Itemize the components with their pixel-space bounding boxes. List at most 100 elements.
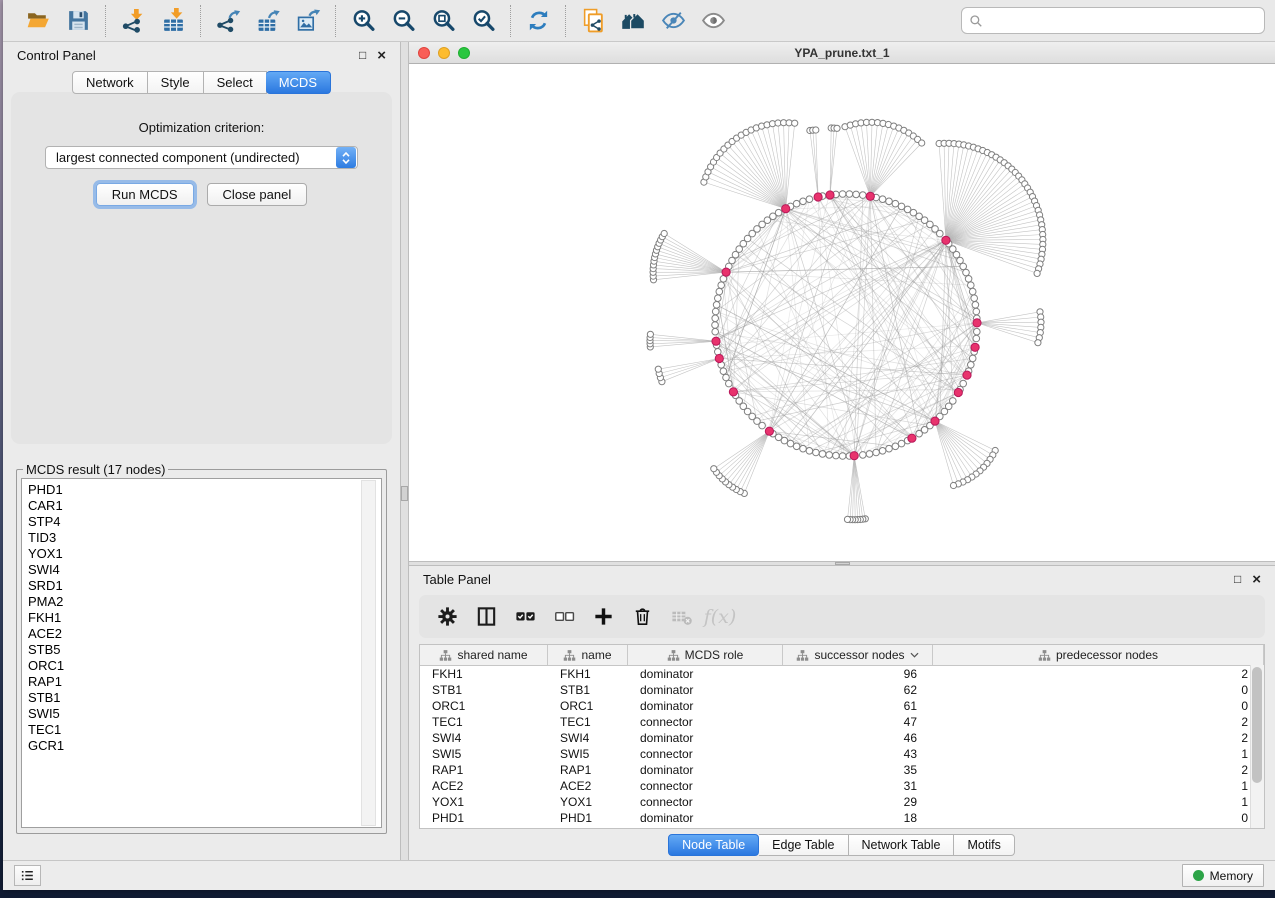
mcds-result-item[interactable]: TEC1 <box>28 722 381 738</box>
mcds-node[interactable] <box>954 388 962 396</box>
splitter-handle[interactable] <box>835 562 850 565</box>
network-node[interactable] <box>720 368 727 375</box>
minimize-window-icon[interactable] <box>438 47 450 59</box>
close-panel-button[interactable]: Close panel <box>207 183 308 206</box>
open-session-button[interactable] <box>22 6 54 36</box>
mcds-node[interactable] <box>908 434 916 442</box>
table-row[interactable]: PHD1PHD1dominator180 <box>420 810 1264 826</box>
dropdown-stepper-icon[interactable] <box>336 147 356 168</box>
zoom-selected-button[interactable] <box>467 6 499 36</box>
column-view-button[interactable] <box>468 600 504 634</box>
table-row[interactable]: FKH1FKH1dominator962 <box>420 666 1264 682</box>
deselect-all-button[interactable] <box>546 600 582 634</box>
network-node[interactable] <box>711 466 717 472</box>
mcds-result-item[interactable]: FKH1 <box>28 610 381 626</box>
network-node[interactable] <box>1034 270 1040 276</box>
network-node[interactable] <box>971 295 978 302</box>
network-node[interactable] <box>937 230 944 237</box>
network-node[interactable] <box>892 443 899 450</box>
select-all-button[interactable] <box>507 600 543 634</box>
network-node[interactable] <box>965 276 972 283</box>
tab-network-table[interactable]: Network Table <box>849 834 955 856</box>
network-node[interactable] <box>712 315 719 322</box>
network-node[interactable] <box>819 451 826 458</box>
network-node[interactable] <box>892 200 899 207</box>
mcds-node[interactable] <box>971 343 979 351</box>
mcds-result-item[interactable]: STB5 <box>28 642 381 658</box>
zoom-fit-button[interactable] <box>427 6 459 36</box>
network-node[interactable] <box>916 430 923 437</box>
network-node[interactable] <box>950 482 956 488</box>
network-node[interactable] <box>1035 340 1041 346</box>
mcds-node[interactable] <box>931 417 939 425</box>
network-node[interactable] <box>844 516 850 522</box>
mcds-node[interactable] <box>942 236 950 244</box>
table-row[interactable]: SWI4SWI4dominator462 <box>420 730 1264 746</box>
mcds-result-item[interactable]: SRD1 <box>28 578 381 594</box>
column-header-name[interactable]: name <box>548 645 628 665</box>
table-row[interactable]: STB1STB1dominator620 <box>420 682 1264 698</box>
tab-edge-table[interactable]: Edge Table <box>759 834 848 856</box>
network-node[interactable] <box>973 335 980 342</box>
list-scrollbar[interactable] <box>361 480 376 826</box>
mcds-result-item[interactable]: GCR1 <box>28 738 381 754</box>
export-network-button[interactable] <box>212 6 244 36</box>
mcds-result-list[interactable]: PHD1CAR1STP4TID3YOX1SWI4SRD1PMA2FKH1ACE2… <box>21 478 382 828</box>
tab-network[interactable]: Network <box>72 71 148 94</box>
network-node[interactable] <box>860 192 867 199</box>
network-node[interactable] <box>879 196 886 203</box>
table-row[interactable]: YOX1YOX1connector291 <box>420 794 1264 810</box>
network-node[interactable] <box>919 140 925 146</box>
vertical-splitter[interactable] <box>400 42 409 860</box>
table-row[interactable]: RAP1RAP1dominator352 <box>420 762 1264 778</box>
network-node[interactable] <box>833 452 840 459</box>
network-canvas[interactable] <box>409 64 1275 561</box>
mcds-node[interactable] <box>712 337 720 345</box>
import-network-button[interactable] <box>117 6 149 36</box>
close-panel-icon[interactable]: × <box>1252 572 1261 587</box>
network-node[interactable] <box>846 191 853 198</box>
network-node[interactable] <box>860 452 867 459</box>
refresh-network-button[interactable] <box>522 6 554 36</box>
mcds-node[interactable] <box>765 427 773 435</box>
close-window-icon[interactable] <box>418 47 430 59</box>
network-node[interactable] <box>826 452 833 459</box>
network-node[interactable] <box>793 443 800 450</box>
hide-graphics-details-button[interactable] <box>657 6 689 36</box>
mcds-result-item[interactable]: ORC1 <box>28 658 381 674</box>
table-row[interactable]: TEC1TEC1connector472 <box>420 714 1264 730</box>
mcds-result-item[interactable]: STP4 <box>28 514 381 530</box>
network-node[interactable] <box>723 374 730 381</box>
search-input[interactable] <box>989 13 1257 29</box>
table-scrollbar[interactable] <box>1250 665 1264 828</box>
column-header-MCDS-role[interactable]: MCDS role <box>628 645 783 665</box>
home-button[interactable] <box>617 6 649 36</box>
export-table-button[interactable] <box>252 6 284 36</box>
optimization-criterion-dropdown[interactable]: largest connected component (undirected) <box>45 146 358 169</box>
mcds-result-item[interactable]: SWI4 <box>28 562 381 578</box>
mcds-node[interactable] <box>715 354 723 362</box>
network-node[interactable] <box>715 295 722 302</box>
network-node[interactable] <box>726 380 733 387</box>
column-header-successor-nodes[interactable]: successor nodes <box>783 645 933 665</box>
mcds-node[interactable] <box>963 371 971 379</box>
network-node[interactable] <box>963 269 970 276</box>
mcds-node[interactable] <box>850 452 858 460</box>
column-header-predecessor-nodes[interactable]: predecessor nodes <box>933 645 1264 665</box>
export-image-button[interactable] <box>292 6 324 36</box>
mcds-result-item[interactable]: CAR1 <box>28 498 381 514</box>
network-node[interactable] <box>775 209 782 216</box>
task-history-button[interactable] <box>14 865 41 886</box>
search-box[interactable] <box>961 7 1265 34</box>
network-node[interactable] <box>661 230 667 236</box>
mcds-result-item[interactable]: RAP1 <box>28 674 381 690</box>
network-node[interactable] <box>886 445 893 452</box>
network-node[interactable] <box>834 125 840 131</box>
network-node[interactable] <box>712 308 719 315</box>
network-node[interactable] <box>806 448 813 455</box>
mcds-result-item[interactable]: ACE2 <box>28 626 381 642</box>
mcds-result-item[interactable]: PMA2 <box>28 594 381 610</box>
table-row[interactable]: ACE2ACE2connector311 <box>420 778 1264 794</box>
network-node[interactable] <box>800 445 807 452</box>
zoom-out-button[interactable] <box>387 6 419 36</box>
